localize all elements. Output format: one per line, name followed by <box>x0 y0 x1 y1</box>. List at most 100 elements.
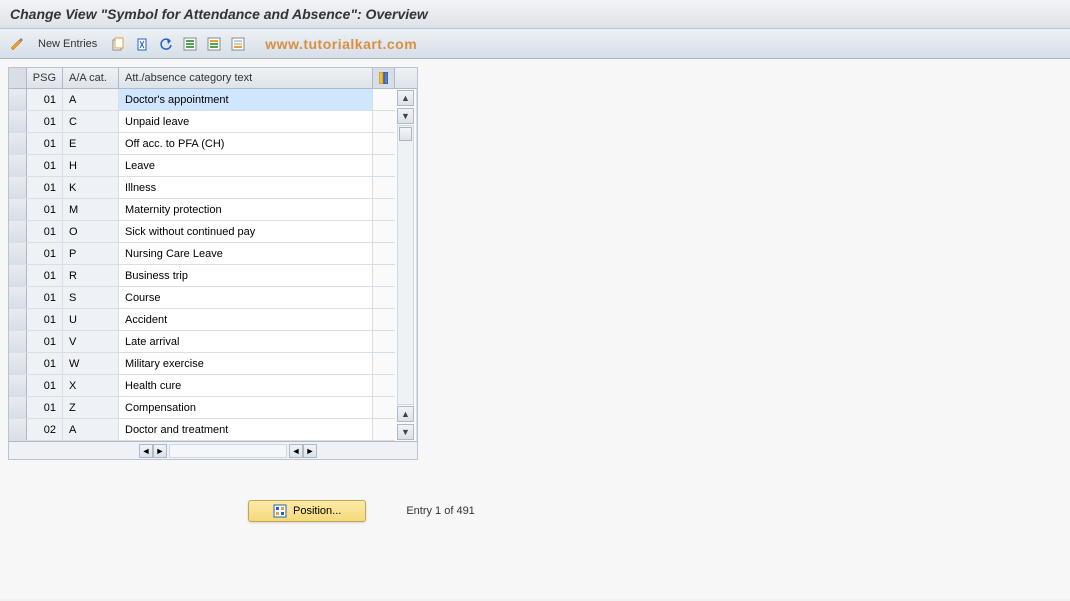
row-selector[interactable] <box>9 265 27 286</box>
cell-psg[interactable]: 01 <box>27 177 63 198</box>
cell-aacat[interactable]: A <box>63 89 119 110</box>
table-row[interactable]: 01OSick without continued pay <box>9 221 395 243</box>
row-selector[interactable] <box>9 331 27 352</box>
scroll-track[interactable] <box>397 125 414 405</box>
cell-aacat[interactable]: Z <box>63 397 119 418</box>
table-row[interactable]: 01HLeave <box>9 155 395 177</box>
cell-text[interactable]: Accident <box>119 309 373 330</box>
cell-aacat[interactable]: O <box>63 221 119 242</box>
undo-icon[interactable] <box>157 35 175 53</box>
row-selector[interactable] <box>9 397 27 418</box>
row-selector[interactable] <box>9 353 27 374</box>
cell-aacat[interactable]: A <box>63 419 119 440</box>
cell-psg[interactable]: 01 <box>27 111 63 132</box>
row-selector[interactable] <box>9 221 27 242</box>
cell-text[interactable]: Late arrival <box>119 331 373 352</box>
table-row[interactable]: 01WMilitary exercise <box>9 353 395 375</box>
scroll-up-bottom-icon[interactable]: ▲ <box>397 406 414 422</box>
cell-aacat[interactable]: X <box>63 375 119 396</box>
select-all-header[interactable] <box>9 68 27 88</box>
row-selector[interactable] <box>9 89 27 110</box>
table-row[interactable]: 01KIllness <box>9 177 395 199</box>
cell-text[interactable]: Doctor and treatment <box>119 419 373 440</box>
cell-text[interactable]: Unpaid leave <box>119 111 373 132</box>
cell-psg[interactable]: 01 <box>27 375 63 396</box>
cell-aacat[interactable]: R <box>63 265 119 286</box>
cell-psg[interactable]: 01 <box>27 133 63 154</box>
horizontal-scrollbar[interactable]: ◄ ► ◄ ► <box>9 441 417 459</box>
cell-psg[interactable]: 01 <box>27 199 63 220</box>
cell-aacat[interactable]: K <box>63 177 119 198</box>
cell-psg[interactable]: 01 <box>27 243 63 264</box>
cell-aacat[interactable]: C <box>63 111 119 132</box>
cell-aacat[interactable]: U <box>63 309 119 330</box>
toggle-edit-icon[interactable] <box>8 35 26 53</box>
cell-psg[interactable]: 01 <box>27 353 63 374</box>
cell-aacat[interactable]: E <box>63 133 119 154</box>
row-selector[interactable] <box>9 133 27 154</box>
cell-psg[interactable]: 01 <box>27 155 63 176</box>
delete-icon[interactable] <box>133 35 151 53</box>
scroll-up-icon[interactable]: ▲ <box>397 90 414 106</box>
scroll-down-bottom-icon[interactable]: ▼ <box>397 424 414 440</box>
table-row[interactable]: 01MMaternity protection <box>9 199 395 221</box>
column-header-text[interactable]: Att./absence category text <box>119 68 373 88</box>
select-block-icon[interactable] <box>205 35 223 53</box>
scroll-left-icon[interactable]: ◄ <box>139 444 153 458</box>
cell-text[interactable]: Illness <box>119 177 373 198</box>
column-header-aacat[interactable]: A/A cat. <box>63 68 119 88</box>
cell-psg[interactable]: 01 <box>27 221 63 242</box>
table-row[interactable]: 01RBusiness trip <box>9 265 395 287</box>
vertical-scrollbar[interactable]: ▲ ▼ ▲ ▼ <box>395 89 417 441</box>
scroll-left-end-icon[interactable]: ◄ <box>289 444 303 458</box>
cell-psg[interactable]: 01 <box>27 89 63 110</box>
cell-aacat[interactable]: H <box>63 155 119 176</box>
copy-icon[interactable] <box>109 35 127 53</box>
row-selector[interactable] <box>9 155 27 176</box>
new-entries-button[interactable]: New Entries <box>32 38 103 50</box>
cell-text[interactable]: Maternity protection <box>119 199 373 220</box>
row-selector[interactable] <box>9 199 27 220</box>
cell-text[interactable]: Off acc. to PFA (CH) <box>119 133 373 154</box>
table-row[interactable]: 01VLate arrival <box>9 331 395 353</box>
cell-psg[interactable]: 01 <box>27 287 63 308</box>
row-selector[interactable] <box>9 287 27 308</box>
table-row[interactable]: 01CUnpaid leave <box>9 111 395 133</box>
cell-aacat[interactable]: P <box>63 243 119 264</box>
column-header-psg[interactable]: PSG <box>27 68 63 88</box>
cell-text[interactable]: Leave <box>119 155 373 176</box>
row-selector[interactable] <box>9 419 27 440</box>
table-row[interactable]: 01SCourse <box>9 287 395 309</box>
row-selector[interactable] <box>9 309 27 330</box>
position-button[interactable]: Position... <box>248 500 366 522</box>
cell-aacat[interactable]: M <box>63 199 119 220</box>
deselect-all-icon[interactable] <box>229 35 247 53</box>
scroll-right-end-icon[interactable]: ► <box>303 444 317 458</box>
select-all-icon[interactable] <box>181 35 199 53</box>
cell-aacat[interactable]: V <box>63 331 119 352</box>
table-row[interactable]: 01UAccident <box>9 309 395 331</box>
cell-psg[interactable]: 01 <box>27 309 63 330</box>
table-row[interactable]: 01ADoctor's appointment <box>9 89 395 111</box>
cell-text[interactable]: Business trip <box>119 265 373 286</box>
cell-text[interactable]: Nursing Care Leave <box>119 243 373 264</box>
hscroll-track[interactable] <box>169 444 287 458</box>
configure-columns-icon[interactable] <box>373 68 395 88</box>
table-row[interactable]: 01XHealth cure <box>9 375 395 397</box>
scroll-right-icon[interactable]: ► <box>153 444 167 458</box>
cell-text[interactable]: Compensation <box>119 397 373 418</box>
cell-aacat[interactable]: W <box>63 353 119 374</box>
cell-text[interactable]: Course <box>119 287 373 308</box>
cell-text[interactable]: Military exercise <box>119 353 373 374</box>
cell-text[interactable]: Doctor's appointment <box>119 89 373 110</box>
cell-psg[interactable]: 02 <box>27 419 63 440</box>
cell-psg[interactable]: 01 <box>27 331 63 352</box>
table-row[interactable]: 02ADoctor and treatment <box>9 419 395 441</box>
scroll-thumb[interactable] <box>399 127 412 141</box>
cell-psg[interactable]: 01 <box>27 397 63 418</box>
row-selector[interactable] <box>9 177 27 198</box>
table-row[interactable]: 01ZCompensation <box>9 397 395 419</box>
table-row[interactable]: 01EOff acc. to PFA (CH) <box>9 133 395 155</box>
cell-text[interactable]: Health cure <box>119 375 373 396</box>
scroll-down-icon[interactable]: ▼ <box>397 108 414 124</box>
